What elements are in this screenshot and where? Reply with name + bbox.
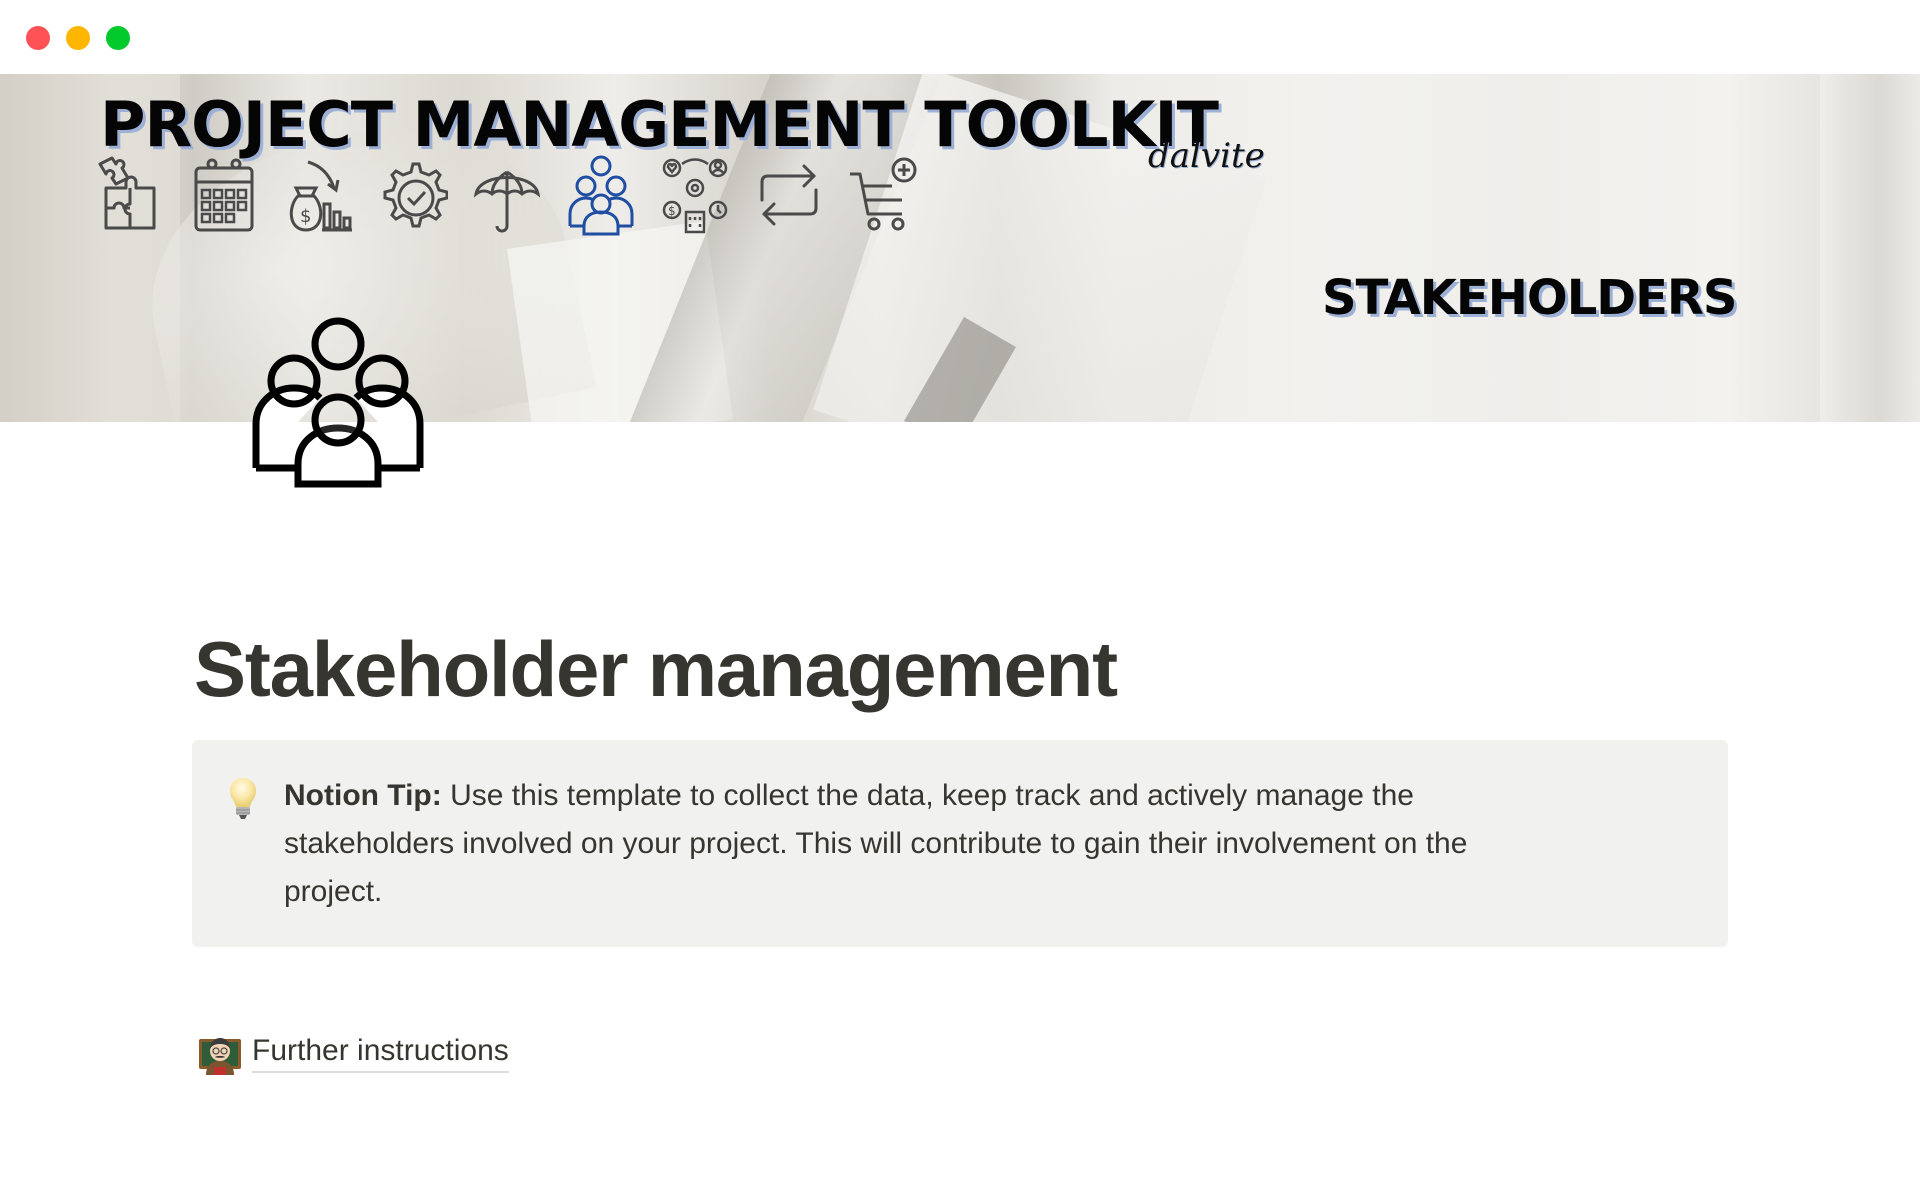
further-instructions-label[interactable]: Further instructions — [252, 1033, 509, 1073]
resources-network-icon[interactable]: $ — [660, 154, 730, 236]
page-title[interactable]: Stakeholder management — [194, 624, 1118, 715]
svg-text:$: $ — [668, 204, 676, 218]
further-instructions-link[interactable]: Further instructions — [198, 1030, 509, 1076]
callout-line: stakeholders involved on your project. T… — [284, 827, 1468, 860]
callout-line-text: Use this template to collect the data, k… — [441, 779, 1414, 812]
page-icon[interactable] — [250, 316, 426, 488]
cover-title: PROJECT MANAGEMENT TOOLKIT — [100, 88, 1219, 161]
stakeholders-group-icon — [252, 317, 424, 488]
procurement-cart-icon[interactable] — [848, 154, 918, 236]
window-maximize-button[interactable] — [106, 26, 130, 50]
change-arrows-icon[interactable] — [754, 154, 824, 236]
cost-money-bag-icon[interactable]: $ — [284, 154, 354, 236]
risk-umbrella-icon[interactable] — [472, 154, 542, 236]
callout-text[interactable]: Notion Tip: Use this template to collect… — [284, 772, 1684, 916]
cover-signature: dalvite — [1148, 136, 1265, 176]
callout-line: project. — [284, 875, 383, 908]
stakeholders-group-icon[interactable] — [566, 154, 636, 236]
callout-line: Notion Tip: Use this template to collect… — [284, 772, 1684, 820]
svg-text:$: $ — [300, 206, 311, 227]
light-bulb-icon[interactable] — [228, 776, 258, 820]
toolkit-nav-icons: $ $ — [96, 154, 918, 244]
teacher-emoji-icon — [198, 1031, 242, 1075]
cover-background-shape — [1820, 74, 1920, 422]
cover-section-title: STAKEHOLDERS — [1322, 270, 1737, 326]
schedule-calendar-icon[interactable] — [190, 154, 260, 236]
callout-bold-label: Notion Tip: — [284, 779, 442, 812]
quality-gear-check-icon[interactable] — [378, 154, 449, 236]
scope-puzzle-icon[interactable] — [96, 154, 166, 236]
window-minimize-button[interactable] — [66, 26, 90, 50]
notion-tip-callout: Notion Tip: Use this template to collect… — [192, 740, 1728, 947]
window-titlebar — [0, 0, 1920, 74]
window-close-button[interactable] — [26, 26, 50, 50]
